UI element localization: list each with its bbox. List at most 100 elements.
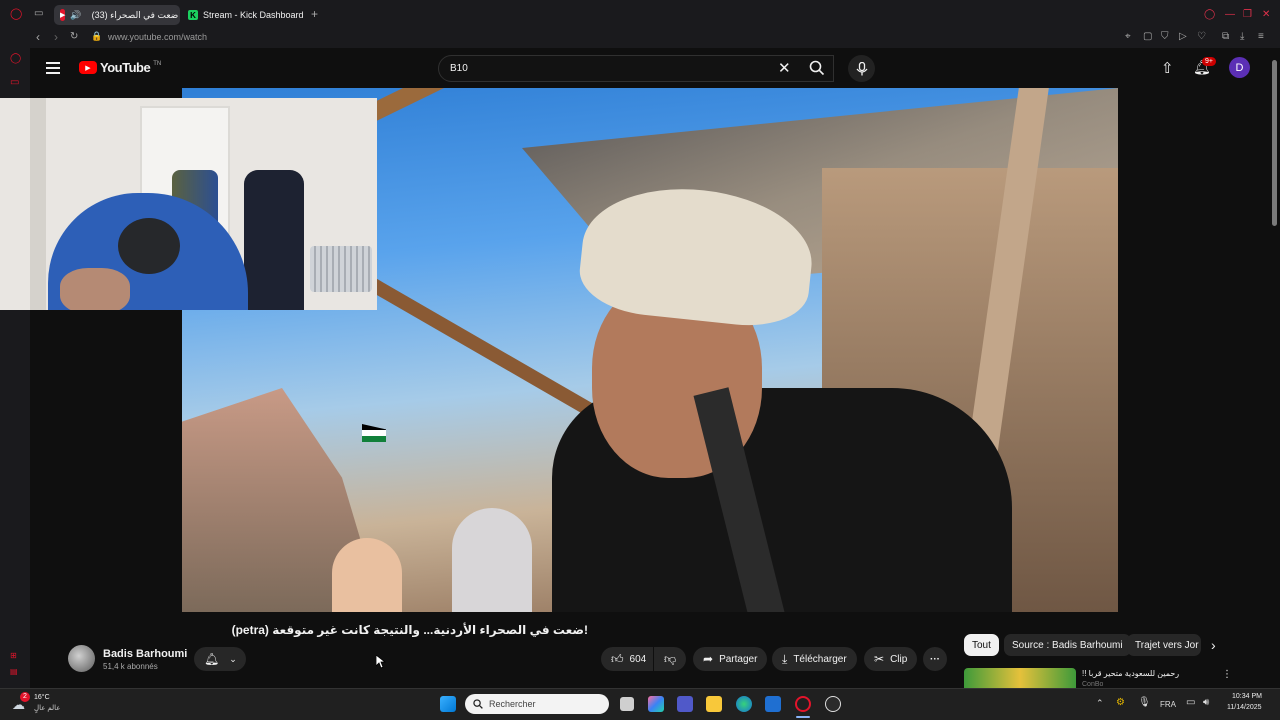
search-button[interactable] — [798, 55, 836, 82]
heart-icon[interactable]: ♡ — [1197, 32, 1206, 42]
windows-taskbar — [0, 688, 1280, 720]
shield-icon[interactable]: ⛉ — [1161, 32, 1169, 42]
clock-time[interactable]: 10:34 PM — [1232, 693, 1262, 700]
system-tray-chevron-icon[interactable]: ⌃ — [1096, 698, 1104, 709]
window-maximize-button[interactable]: ❐ — [1243, 9, 1252, 20]
clock-date[interactable]: 11/14/2025 — [1227, 704, 1262, 711]
search-icon — [473, 699, 483, 709]
suggestion-thumbnail[interactable] — [964, 668, 1076, 688]
notifications-badge: 9+ — [1202, 57, 1216, 66]
chip-source-channel[interactable]: Source : Badis Barhoumi — [1004, 634, 1131, 656]
edge-icon[interactable] — [736, 696, 752, 712]
mouse-cursor-icon — [376, 655, 386, 669]
page-scrollbar-thumb[interactable] — [1272, 60, 1277, 226]
share-button[interactable]: ➦ Partager — [693, 647, 768, 671]
suggestion-channel: ConBo — [1082, 681, 1104, 688]
webcam-hanging-jacket — [244, 170, 304, 310]
taskbar-search[interactable]: Rechercher — [465, 694, 609, 714]
browser-tab-bar: ◯ ▭ ▶ 🔊 (33) ضعت في الصحراء K Stream - K… — [0, 0, 1280, 28]
clip-button[interactable]: ✂ Clip — [864, 647, 918, 671]
url-field[interactable]: www.youtube.com/watch — [108, 32, 207, 42]
back-button[interactable]: ‹ — [36, 31, 40, 43]
search-query: B10 — [450, 63, 468, 74]
window-search-icon[interactable]: ◯ — [1204, 9, 1215, 20]
avatar-letter: D — [1235, 61, 1244, 74]
chip-all[interactable]: Tout — [964, 634, 999, 656]
more-actions-button[interactable]: ··· — [923, 647, 947, 671]
webcam-streamer-face — [60, 268, 130, 310]
weather-description: عالم عالٍ — [34, 705, 61, 712]
obs-icon[interactable] — [825, 696, 841, 712]
youtube-favicon-icon: ▶ — [60, 9, 66, 21]
webcam-headphones — [118, 218, 180, 274]
clear-search-icon[interactable]: ✕ — [778, 59, 791, 77]
voice-search-button[interactable] — [848, 55, 875, 82]
task-view-icon[interactable] — [620, 697, 634, 711]
window-minimize-button[interactable]: — — [1225, 9, 1235, 20]
snapshot-icon[interactable]: ⌖ — [1125, 32, 1131, 42]
video-scene-beam — [362, 88, 748, 125]
opera-taskbar-icon[interactable] — [795, 696, 811, 712]
copilot-icon[interactable] — [648, 696, 664, 712]
video-scene-flag — [362, 424, 386, 442]
tray-mic-icon[interactable]: 🎙︎ — [1138, 697, 1151, 708]
teams-icon[interactable] — [677, 696, 693, 712]
opera-logo-icon[interactable]: ◯ — [10, 9, 22, 20]
store-icon[interactable] — [765, 696, 781, 712]
input-language[interactable]: FRA — [1160, 700, 1176, 709]
browser-address-bar: ‹ › ↻ 🔒 www.youtube.com/watch ⌖ ▢ ⛉ ▷ ♡ … — [0, 28, 1280, 48]
volume-icon[interactable]: 🔊︎ — [1203, 697, 1209, 708]
thumbs-up-icon: 👍︎ — [611, 651, 624, 666]
webcam-laundry-basket — [310, 246, 372, 292]
easy-setup-icon[interactable]: ≡ — [1258, 32, 1264, 42]
video-bystander — [332, 538, 402, 612]
like-count: 604 — [629, 653, 647, 665]
channel-avatar[interactable] — [68, 645, 95, 672]
dislike-button[interactable]: 👎︎ — [654, 647, 686, 671]
reload-button[interactable]: ↻ — [70, 32, 78, 42]
sidebar-item-icon[interactable]: ▤ — [10, 668, 18, 676]
download-button[interactable]: ⤓ Télécharger — [772, 647, 857, 671]
like-button[interactable]: 👍︎ 604 — [601, 647, 653, 671]
search-icon — [809, 60, 825, 76]
taskbar-search-placeholder: Rechercher — [489, 699, 536, 709]
webcam-overlay — [0, 98, 377, 310]
subscribe-notification-button[interactable]: 🔔︎ ⌄ — [194, 647, 246, 671]
youtube-country-code: TN — [153, 60, 162, 67]
weather-temperature[interactable]: 16°C — [34, 694, 50, 701]
chip-topic[interactable]: Trajet vers Jor — [1127, 634, 1201, 656]
file-explorer-icon[interactable] — [706, 696, 722, 712]
new-tab-button[interactable]: + — [311, 8, 318, 20]
tray-app-icon[interactable]: ⚙ — [1116, 697, 1125, 708]
tab-menu-icon[interactable]: ▭ — [34, 9, 43, 19]
player-icon[interactable]: ▷ — [1179, 32, 1187, 42]
sidebar-item-icon[interactable]: ⊞ — [10, 652, 17, 660]
youtube-logo[interactable]: ▶ YouTube TN — [79, 60, 161, 75]
chips-next-icon[interactable]: › — [1211, 637, 1216, 653]
suggestion-title[interactable]: رحمين للسعودية متحير قربا !! — [1082, 669, 1212, 678]
chevron-down-icon: ⌄ — [229, 653, 237, 664]
thumbs-down-icon: 👎︎ — [664, 651, 677, 666]
tab-label: Stream - Kick Dashboard — [203, 10, 304, 20]
download-icon[interactable]: ⤓ — [1240, 32, 1244, 42]
wallet-icon[interactable]: ⧉ — [1222, 32, 1229, 42]
start-button[interactable] — [440, 696, 456, 712]
account-avatar[interactable]: D — [1229, 57, 1250, 78]
tab-youtube-video[interactable]: ▶ 🔊 (33) ضعت في الصحراء — [54, 5, 180, 25]
sidebar-opera-icon[interactable]: ◯ — [10, 54, 21, 64]
youtube-logo-text: YouTube — [100, 60, 151, 75]
tab-snap-icon[interactable]: ▢ — [1143, 32, 1152, 42]
suggestion-menu-icon[interactable]: ⋮ — [1222, 669, 1232, 680]
hamburger-menu-icon[interactable] — [46, 62, 60, 74]
lock-icon: 🔒 — [91, 31, 103, 41]
share-icon: ➦ — [703, 652, 714, 666]
tab-audio-icon[interactable]: 🔊 — [70, 10, 81, 21]
window-close-button[interactable]: ✕ — [1262, 9, 1270, 20]
channel-name[interactable]: Badis Barhoumi — [103, 648, 187, 660]
tab-kick-dashboard[interactable]: K Stream - Kick Dashboard — [182, 5, 310, 25]
network-icon[interactable]: ▭ — [1186, 697, 1195, 708]
upload-icon[interactable]: ⇧ — [1161, 59, 1174, 77]
forward-button[interactable]: › — [54, 31, 58, 43]
sidebar-messenger-icon[interactable]: ▭ — [10, 78, 19, 88]
search-input[interactable]: B10 — [438, 55, 834, 82]
